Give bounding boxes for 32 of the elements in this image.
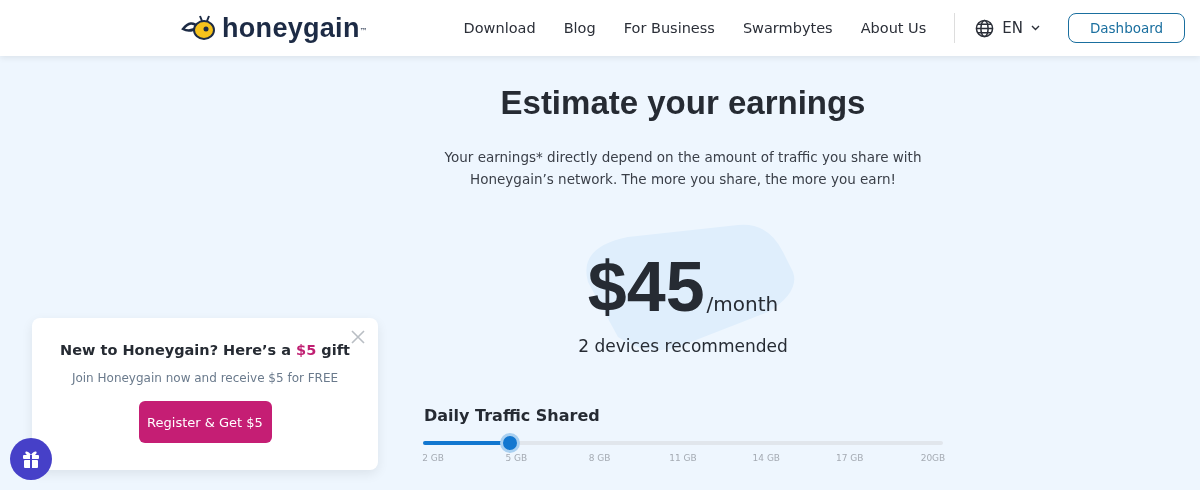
chevron-down-icon — [1031, 25, 1040, 31]
slider-label: Daily Traffic Shared — [424, 406, 601, 425]
nav-link[interactable]: Swarmbytes — [742, 20, 833, 36]
price-period: /month — [706, 292, 779, 316]
nav-link[interactable]: About Us — [860, 20, 927, 36]
gift-button[interactable] — [10, 438, 52, 480]
logo-text[interactable]: honeygain — [222, 12, 360, 44]
price-amount: $45 — [587, 252, 705, 322]
globe-icon — [975, 18, 995, 38]
popup-text: Join Honeygain now and receive $5 for FREE — [71, 371, 339, 385]
traffic-slider[interactable] — [423, 433, 943, 453]
trademark-mark: ™ — [359, 26, 368, 36]
tick-label: 17 GB — [834, 453, 865, 463]
tick-label: 20GB — [919, 453, 947, 463]
nav-link[interactable]: Download — [463, 20, 536, 36]
tick-label: 14 GB — [751, 453, 782, 463]
nav-link[interactable]: Blog — [563, 20, 596, 36]
page-title: Estimate your earnings — [500, 84, 866, 122]
intro-text: Your earnings* directly depend on the amount of traffic you share with Honeygain’s network. The more you share, the more you earn! — [443, 148, 923, 189]
gift-icon — [21, 449, 41, 469]
devices-text: 2 devices recommended — [578, 336, 788, 356]
tick-label: 8 GB — [587, 453, 612, 463]
language-selector[interactable]: EN — [975, 18, 1040, 38]
nav-link[interactable]: For Business — [623, 20, 715, 36]
tick-label: 5 GB — [504, 453, 529, 463]
dashboard-button[interactable]: Dashboard — [1068, 13, 1185, 43]
tick-label: 11 GB — [668, 453, 698, 463]
bee-icon — [180, 15, 216, 41]
slider-thumb[interactable] — [499, 433, 520, 453]
register-button[interactable]: Register & Get $5 — [138, 401, 272, 443]
popup-title: New to Honeygain? Here’s a $5 gift — [60, 342, 350, 358]
tick-label: 2 GB — [421, 453, 445, 463]
